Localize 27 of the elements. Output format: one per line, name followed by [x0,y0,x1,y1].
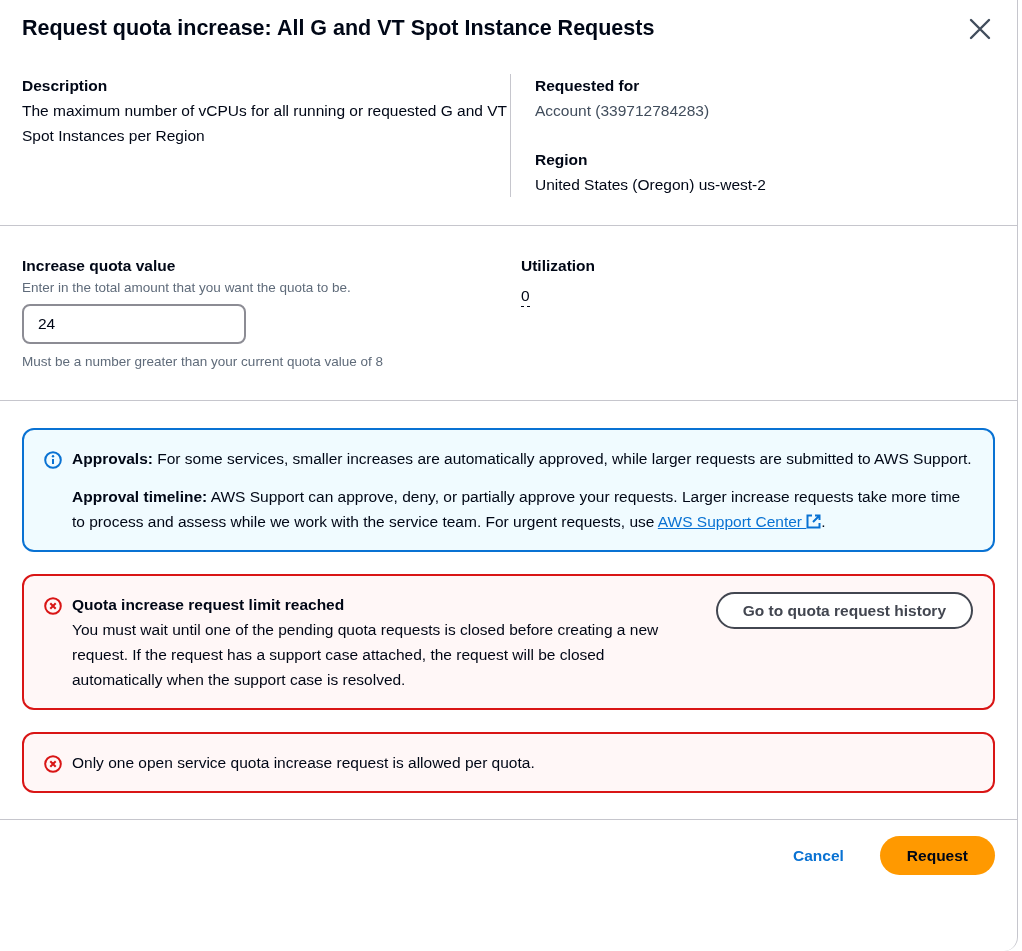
field-label: Utilization [521,256,597,276]
quota-input-field[interactable]: 24 [22,304,246,344]
alert-text: Approval timeline: AWS Support can approve, deny, or partially approve your requests. Larger increase requests take more time to process and assess while we work with the service team. For urgent requests, use AWS Support Center . [72,487,962,532]
constraint-text: Must be a number greater than your current quota value of 8 [22,353,384,371]
field-label: Region [535,150,589,170]
dialog-title: Request quota increase: All G and VT Spot Instance Requests [22,16,655,42]
field-label: Requested for [535,76,641,96]
field-label: Description [22,76,109,96]
account-text: Account (339712784283) [535,101,711,121]
request-button[interactable]: Request [879,836,995,876]
cancel-button[interactable]: Cancel [793,840,844,872]
alert-text: Only one open service quota increase request is allowed per quota. [72,753,536,773]
error-icon [44,755,62,773]
close-icon [969,18,991,40]
hint-text: Enter in the total amount that you want the quota to be. [22,279,352,297]
alert-title: Quota increase request limit reached [72,595,346,615]
utilization-value[interactable]: 0 [521,286,530,307]
region-text: United States (Oregon) us-west-2 [535,175,767,195]
support-center-link[interactable]: AWS Support Center [657,513,822,530]
alert-text: You must wait until one of the pending quota requests is closed before creating a new request. If the request has a support case attached, the request will be closed automatically when the support case is resolved. [72,620,660,690]
alert-text: Approvals: For some services, smaller increases are automatically approved, while larger requests are submitted to AWS Support. [72,449,973,469]
external-link-icon [806,514,822,529]
field-label: Increase quota value [22,256,177,276]
history-button[interactable]: Go to quota request history [715,592,973,630]
info-icon [44,451,62,469]
error-icon [44,597,62,615]
description-text: The maximum number of vCPUs for all running or requested G and VT Spot Instances per Region [22,101,508,146]
